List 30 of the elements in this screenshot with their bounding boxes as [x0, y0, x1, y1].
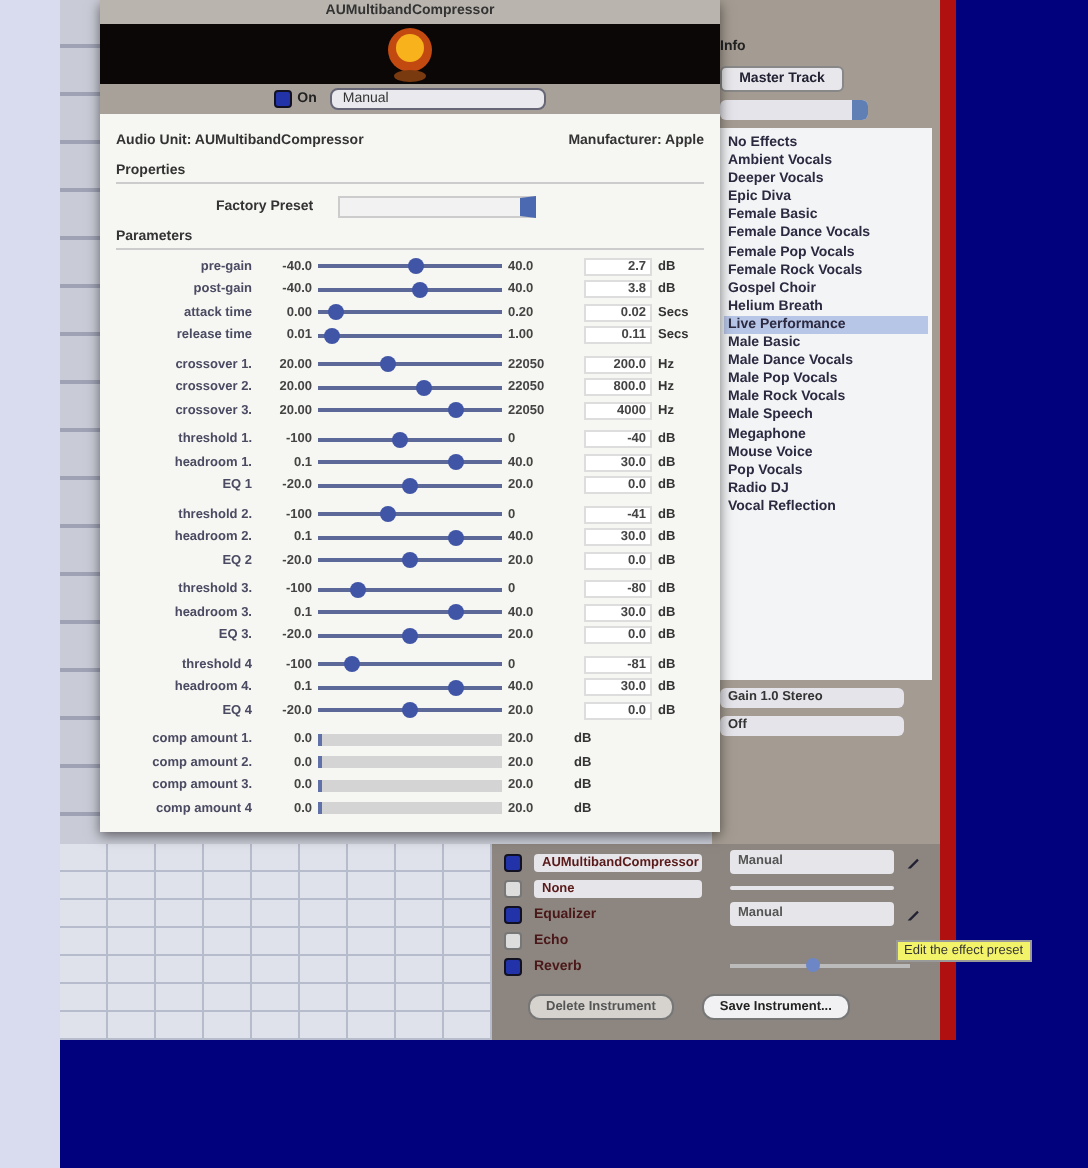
parameter-slider[interactable] [318, 633, 502, 638]
parameter-slider[interactable] [318, 587, 502, 592]
parameter-slider[interactable] [318, 408, 502, 413]
checkbox[interactable] [504, 853, 522, 871]
parameter-slider[interactable] [318, 662, 502, 667]
pencil-icon[interactable] [906, 906, 922, 922]
factory-preset-dropdown[interactable] [337, 195, 536, 217]
category-dropdown[interactable] [720, 100, 868, 120]
parameter-slider[interactable] [318, 610, 502, 615]
parameter-slider[interactable] [318, 685, 502, 690]
parameter-slider[interactable] [318, 483, 502, 488]
pencil-icon[interactable] [906, 854, 922, 870]
parameter-slider[interactable] [318, 310, 502, 315]
parameter-slider[interactable] [318, 287, 502, 292]
parameter-slider[interactable] [318, 362, 502, 367]
parameter-slider[interactable] [318, 385, 502, 390]
parameter-slider[interactable] [318, 264, 502, 269]
parameter-slider[interactable] [318, 437, 502, 442]
checkbox[interactable] [504, 905, 522, 923]
parameter-slider[interactable] [318, 333, 502, 338]
checkbox[interactable] [504, 931, 522, 949]
parameter-slider[interactable] [318, 708, 502, 713]
checkbox[interactable] [504, 957, 522, 975]
parameter-slider[interactable] [318, 535, 502, 540]
checkbox[interactable] [504, 879, 522, 897]
parameter-slider[interactable] [318, 512, 502, 517]
checkbox[interactable] [273, 89, 292, 108]
parameter-slider[interactable] [318, 460, 502, 465]
parameter-slider[interactable] [318, 558, 502, 563]
stepper-icon [852, 100, 868, 120]
